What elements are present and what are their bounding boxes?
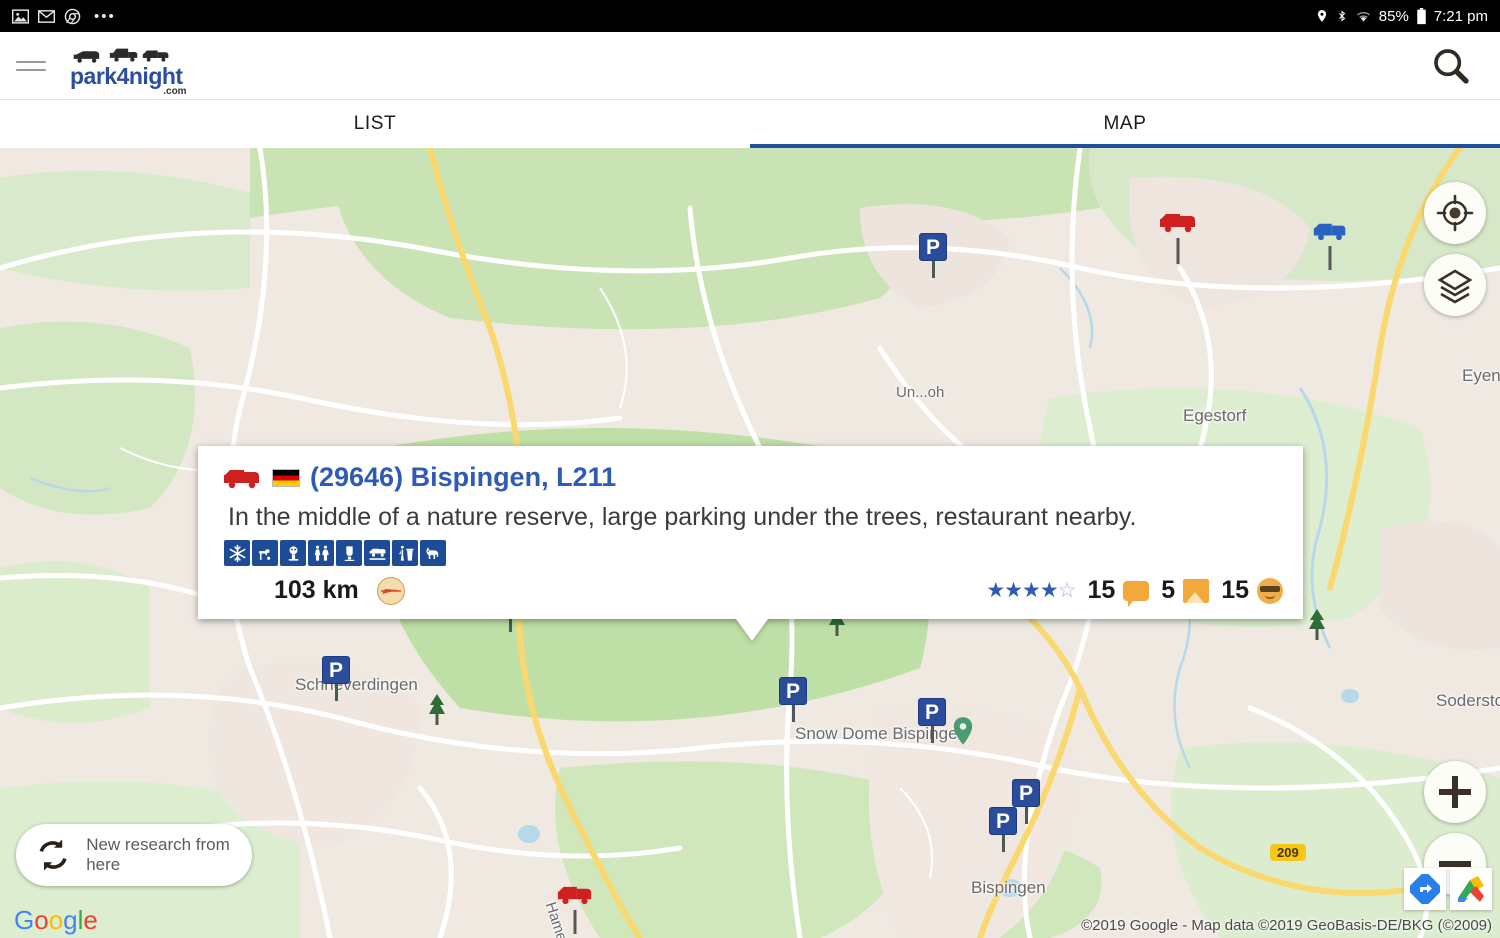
chrome-icon (64, 8, 81, 25)
parking-sign-icon: P (918, 698, 946, 726)
new-research-label: New research from here (86, 835, 230, 874)
status-bar: ••• 85% 7:21 pm (0, 0, 1500, 32)
photos-count: 5 (1161, 576, 1176, 604)
tab-bar: LIST MAP (0, 100, 1500, 148)
tab-list[interactable]: LIST (0, 100, 750, 148)
parking-sign-icon: P (989, 807, 1017, 835)
more-dots-icon: ••• (94, 7, 116, 25)
status-bar-left-icons: ••• (12, 8, 116, 25)
photos-icon (12, 8, 29, 25)
snowflake-winter-icon (224, 540, 250, 566)
place-stats: ★ ★ ★ ★ ☆ 15 5 15 (986, 576, 1283, 607)
card-bottom-row: 103 km ★ ★ ★ ★ ☆ 15 5 15 (222, 576, 1283, 607)
tree-icon (1309, 609, 1325, 640)
refresh-sync-icon (39, 839, 67, 871)
map-attribution: ©2019 Google - Map data ©2019 GeoBasis-D… (1081, 917, 1492, 934)
location-pin-icon (1315, 8, 1329, 24)
camper-service-icon (364, 540, 390, 566)
place-info-card[interactable]: (29646) Bispingen, L211 In the middle of… (198, 446, 1303, 619)
star-filled: ★ (1004, 579, 1023, 602)
visits-count: 15 (1221, 576, 1249, 604)
clock-label: 7:21 pm (1433, 7, 1488, 25)
electricity-icon (280, 540, 306, 566)
wifi-icon (1355, 9, 1372, 23)
search-icon[interactable] (1428, 43, 1474, 89)
crosshair-my-location-icon (1436, 194, 1474, 232)
parking-sign-icon: P (779, 677, 807, 705)
smiley-sunglasses-icon (1257, 577, 1283, 604)
distance-label: 103 km (274, 576, 359, 604)
camper-van-icon (557, 886, 592, 905)
battery-percent-label: 85% (1378, 7, 1409, 25)
battery-icon (1416, 7, 1427, 25)
dog-allowed-icon (420, 540, 446, 566)
bluetooth-icon (1336, 8, 1348, 24)
tree-marker (1304, 607, 1330, 646)
map-pin-icon (953, 717, 973, 745)
map-layers-button[interactable] (1424, 254, 1486, 316)
german-flag-icon (272, 468, 300, 487)
comments-count: 15 (1087, 576, 1116, 604)
brand-suffix-label: .com (163, 85, 187, 97)
photo-icon (1183, 578, 1210, 603)
camper-van-icon (224, 469, 259, 488)
app-logo[interactable]: park4night .com (70, 44, 187, 97)
my-location-button[interactable] (1424, 182, 1486, 244)
parking-marker[interactable]: P (322, 656, 350, 701)
directions-button[interactable] (1404, 868, 1446, 910)
map-canvas[interactable]: Un...oh Egestorf Eyen Soderstorf Schneve… (0, 148, 1500, 938)
star-empty: ☆ (1057, 579, 1077, 602)
direction-compass-icon[interactable] (376, 576, 405, 605)
google-maps-button[interactable] (1450, 868, 1492, 910)
place-title: (29646) Bispingen, L211 (310, 462, 617, 492)
map-corner-badges (1404, 868, 1492, 910)
plus-icon (1439, 776, 1471, 808)
camper-van-icon (1160, 214, 1195, 233)
comment-bubble-icon (1123, 580, 1150, 607)
parking-sign-icon: P (1012, 779, 1040, 807)
tab-map[interactable]: MAP (750, 100, 1500, 148)
app-header: park4night .com (0, 32, 1500, 100)
camper-marker[interactable] (1312, 221, 1348, 270)
water-tap-icon (252, 540, 278, 566)
highway-shield: 209 (1270, 844, 1306, 861)
status-bar-right: 85% 7:21 pm (1315, 7, 1488, 25)
amenities-row (224, 540, 1283, 566)
camper-marker[interactable] (556, 884, 594, 934)
toilets-icon (308, 540, 334, 566)
tree-icon (429, 694, 445, 725)
camper-vehicles-icon (72, 44, 170, 64)
place-marker[interactable] (952, 716, 974, 751)
star-filled: ★ (1021, 579, 1041, 602)
google-maps-icon (1458, 876, 1484, 902)
star-filled: ★ (1039, 579, 1059, 602)
hamburger-menu-icon[interactable] (16, 54, 46, 78)
parking-marker[interactable]: P (919, 233, 947, 278)
card-title-row: (29646) Bispingen, L211 (222, 462, 1283, 493)
trash-bin-icon (392, 540, 418, 566)
directions-arrow-icon (1410, 874, 1440, 904)
gmail-icon (38, 8, 55, 25)
camper-van-icon (1313, 223, 1346, 241)
parking-marker[interactable]: P (989, 807, 1017, 852)
waste-water-dump-icon (336, 540, 362, 566)
new-research-button[interactable]: New research from here (16, 824, 252, 886)
camper-marker[interactable] (1158, 211, 1198, 264)
zoom-in-button[interactable] (1424, 761, 1486, 823)
parking-sign-icon: P (322, 656, 350, 684)
star-filled: ★ (986, 579, 1005, 602)
google-logo: Google (14, 905, 98, 935)
place-description: In the middle of a nature reserve, large… (228, 503, 1137, 531)
parking-marker[interactable]: P (779, 677, 807, 722)
brand-name-label: park4night .com (70, 62, 187, 97)
parking-sign-icon: P (919, 233, 947, 261)
parking-marker[interactable]: P (918, 698, 946, 743)
map-layers-icon (1437, 269, 1473, 304)
tree-marker (424, 692, 450, 731)
rating-stars: ★ ★ ★ ★ ☆ (986, 578, 1077, 603)
